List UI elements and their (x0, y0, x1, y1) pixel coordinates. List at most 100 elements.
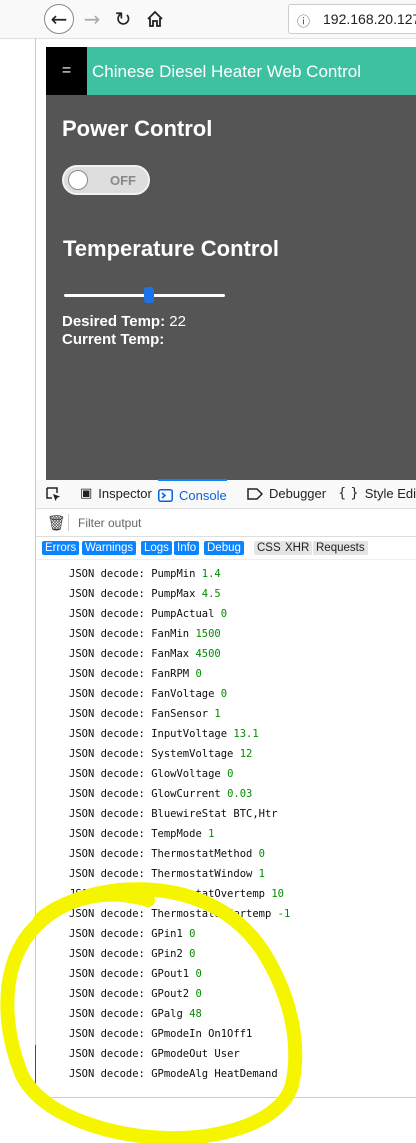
log-line: JSON decode: GPin2 0 (69, 948, 195, 968)
log-prefix: JSON decode: (69, 908, 152, 920)
filter-requests-button[interactable]: Requests (313, 541, 368, 555)
log-key: InputVoltage (151, 728, 228, 740)
devtools-panel: ▣ Inspector Console Debugger { } Style E… (36, 479, 416, 1097)
log-key: GlowCurrent (151, 788, 221, 800)
log-line: JSON decode: InputVoltage 13.1 (69, 728, 259, 748)
toggle-knob (68, 170, 88, 190)
element-picker-button[interactable] (45, 480, 61, 507)
back-button[interactable]: ← (44, 4, 74, 34)
home-button[interactable] (142, 6, 168, 32)
log-prefix: JSON decode: (69, 848, 152, 860)
log-line: JSON decode: BluewireStat BTC,Htr (69, 808, 278, 828)
log-line: JSON decode: GPout2 0 (69, 988, 202, 1008)
log-value: 0 (227, 768, 234, 780)
log-line: JSON decode: ThermostatUndertemp -1 (69, 908, 290, 928)
log-prefix: JSON decode: (69, 1008, 152, 1020)
filter-info-button[interactable]: Info (174, 541, 200, 555)
info-icon[interactable]: ⓘ (297, 11, 310, 30)
filter-bar: 🗑 (36, 509, 416, 537)
tab-debugger[interactable]: Debugger (247, 480, 326, 507)
filter-input[interactable] (76, 513, 380, 533)
log-line: JSON decode: FanVoltage 0 (69, 688, 227, 708)
power-toggle[interactable]: OFF (62, 165, 150, 195)
log-key: BluewireStat (151, 808, 228, 820)
console-icon (158, 488, 173, 502)
log-line: JSON decode: TempMode 1 (69, 828, 214, 848)
log-key: PumpMax (151, 588, 196, 600)
filter-warnings-button[interactable]: Warnings (82, 541, 137, 555)
filter-logs-button[interactable]: Logs (141, 541, 172, 555)
log-key: PumpMin (151, 568, 196, 580)
log-value: 4500 (195, 648, 221, 660)
log-prefix: JSON decode: (69, 668, 152, 680)
tab-inspector[interactable]: ▣ Inspector (80, 480, 152, 507)
temperature-slider[interactable] (64, 287, 225, 303)
log-prefix: JSON decode: (69, 568, 152, 580)
log-prefix: JSON decode: (69, 748, 152, 760)
log-line: JSON decode: PumpFixed 2.2 (69, 560, 233, 568)
log-value: 0 (220, 608, 228, 620)
log-value: 0.03 (227, 788, 253, 800)
log-prefix: JSON decode: (69, 948, 152, 960)
current-temp-label: Current Temp: (62, 331, 165, 348)
filter-errors-button[interactable]: Errors (42, 541, 80, 555)
desired-temp-value: 22 (169, 313, 186, 330)
home-icon (147, 10, 163, 27)
log-value: 1.4 (201, 568, 221, 580)
filter-xhr-button[interactable]: XHR (282, 541, 313, 555)
log-value: HeatDemand (214, 1068, 278, 1080)
log-value: 0 (195, 968, 202, 980)
log-value: 0 (189, 948, 196, 960)
log-prefix: JSON decode: (69, 1068, 152, 1080)
inspector-icon: ▣ (80, 486, 93, 501)
log-prefix: JSON decode: (69, 588, 152, 600)
style-editor-icon: { } (338, 486, 359, 501)
trash-icon[interactable]: 🗑 (47, 514, 66, 532)
menu-button[interactable]: = (46, 47, 87, 95)
reload-button[interactable]: ↻ (110, 6, 136, 32)
app-header: = Chinese Diesel Heater Web Control (46, 47, 416, 95)
desired-temp-row: Desired Temp: 22 (62, 313, 186, 330)
log-key: TempMode (151, 828, 202, 840)
log-key: GPin1 (151, 928, 183, 940)
tab-style-editor[interactable]: { } Style Editor (338, 480, 416, 507)
url-bar[interactable]: ⓘ 192.168.20.127 (288, 4, 416, 34)
log-value: On1Off1 (208, 1028, 253, 1040)
filter-css-button[interactable]: CSS (254, 541, 284, 555)
log-line: JSON decode: FanMax 4500 (69, 648, 221, 668)
desired-temp-label: Desired Temp: (62, 313, 166, 330)
log-prefix: JSON decode: (69, 728, 152, 740)
devtools-tabbar: ▣ Inspector Console Debugger { } Style E… (36, 479, 416, 509)
log-line: JSON decode: ThermostatWindow 1 (69, 868, 265, 888)
log-value: 0 (195, 988, 202, 1000)
log-key: ThermostatOvertemp (151, 888, 265, 900)
power-control-heading: Power Control (62, 116, 213, 141)
forward-button[interactable]: → (79, 6, 105, 32)
log-value: User (214, 1048, 240, 1060)
log-prefix: JSON decode: (69, 928, 152, 940)
log-line: JSON decode: GPmodeOut User (69, 1048, 240, 1068)
log-line: JSON decode: PumpActual 0 (69, 608, 227, 628)
filter-debug-button[interactable]: Debug (204, 541, 244, 555)
filter-separator (68, 514, 69, 531)
log-prefix: JSON decode: (69, 708, 152, 720)
tab-console[interactable]: Console (158, 479, 227, 509)
log-key: GPout1 (151, 968, 190, 980)
log-prefix: JSON decode: (69, 628, 152, 640)
log-value: 1500 (195, 628, 221, 640)
slider-thumb[interactable] (144, 287, 154, 303)
log-prefix: JSON decode: (69, 608, 152, 620)
log-line: JSON decode: GPout1 0 (69, 968, 202, 988)
log-key: GlowVoltage (151, 768, 221, 780)
log-prefix: JSON decode: (69, 868, 152, 880)
page-viewport: = Chinese Diesel Heater Web Control Powe… (46, 47, 416, 480)
log-line: JSON decode: SystemVoltage 12 (69, 748, 252, 768)
log-line: JSON decode: FanMin 1500 (69, 628, 221, 648)
element-picker-icon (46, 486, 60, 501)
log-line: JSON decode: FanRPM 0 (69, 668, 202, 688)
log-prefix: JSON decode: (69, 988, 152, 1000)
browser-toolbar: ← → ↻ ⓘ 192.168.20.127 (0, 0, 416, 39)
log-prefix: JSON decode: (69, 1028, 152, 1040)
tab-style-editor-label: Style Editor (364, 486, 416, 501)
log-value: 0 (189, 928, 196, 940)
